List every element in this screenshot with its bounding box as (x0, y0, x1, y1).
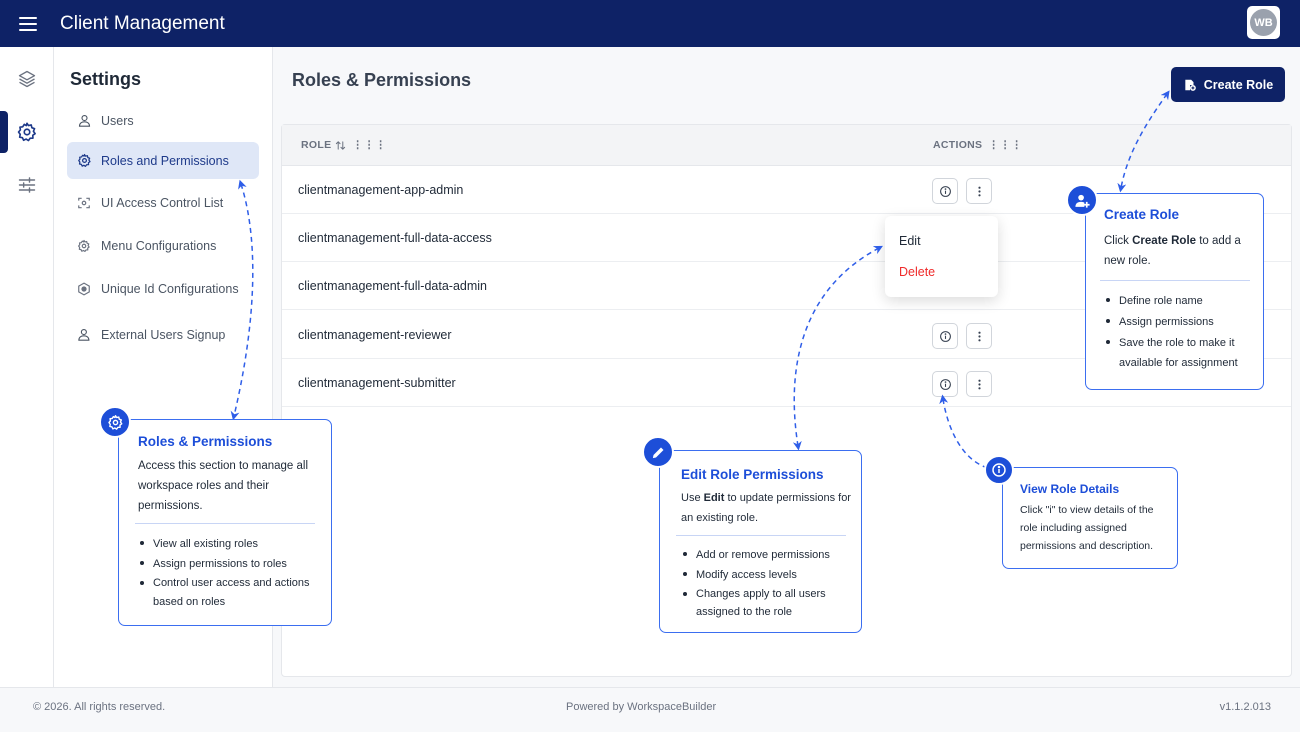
menu-item-edit[interactable]: Edit (899, 234, 921, 248)
column-header-actions: ACTIONS ⋮⋮⋮ (933, 139, 1023, 151)
callout-description: Click "i" to view details of the role in… (1020, 504, 1154, 552)
gear-icon (99, 406, 131, 438)
callout-description: Use Edit to update permissions for an ex… (681, 492, 851, 524)
callout-description: Click Create Role to add a new role. (1104, 235, 1241, 267)
more-vertical-icon (977, 379, 981, 389)
callout-title: Roles & Permissions (138, 434, 273, 449)
info-icon (939, 378, 951, 390)
info-button[interactable] (932, 371, 958, 397)
info-button[interactable] (932, 178, 958, 204)
sliders-icon (18, 177, 36, 193)
gear-icon (75, 152, 93, 170)
app-title: Client Management (60, 12, 225, 34)
sidebar-item-unique-id-configurations[interactable]: Unique Id Configurations (67, 270, 259, 307)
callout-title: Edit Role Permissions (681, 467, 824, 482)
callout-bullets: View all existing roles Assign permissio… (138, 534, 328, 612)
role-name: clientmanagement-full-data-admin (298, 279, 487, 293)
add-role-icon (1183, 78, 1197, 92)
rail-item-settings[interactable] (0, 109, 54, 155)
icon-rail (0, 47, 54, 687)
footer: © 2026. All rights reserved. Powered by … (0, 687, 1300, 732)
more-actions-button[interactable] (966, 178, 992, 204)
avatar-initials: WB (1250, 9, 1277, 36)
drag-handle-icon[interactable]: ⋮⋮⋮ (352, 139, 387, 151)
drag-handle-icon[interactable]: ⋮⋮⋮ (988, 139, 1023, 151)
menu-icon[interactable] (0, 0, 56, 47)
page-title: Roles & Permissions (292, 70, 472, 90)
table-header: ROLE ⋮⋮⋮ ACTIONS ⋮⋮⋮ (282, 125, 1291, 166)
avatar[interactable]: WB (1247, 6, 1280, 39)
info-icon (939, 330, 951, 342)
callout-bullets: Add or remove permissions Modify access … (681, 545, 856, 621)
callout-title: View Role Details (1020, 482, 1120, 496)
footer-version: v1.1.2.013 (1219, 701, 1271, 713)
create-role-label: Create Role (1203, 77, 1274, 92)
callout-view-role-details: View Role Details Click "i" to view deta… (1002, 467, 1178, 569)
callout-bullets: Define role name Assign permissions Save… (1104, 291, 1262, 373)
info-icon (984, 455, 1014, 485)
sidebar-item-users[interactable]: Users (67, 102, 259, 139)
rail-item-preferences[interactable] (0, 162, 54, 208)
column-header-role[interactable]: ROLE ⋮⋮⋮ (301, 139, 387, 151)
rail-item-layers[interactable] (0, 56, 54, 102)
sidebar-item-label: Roles and Permissions (101, 153, 229, 168)
gear-icon (17, 122, 36, 142)
layers-icon (18, 70, 36, 88)
role-name: clientmanagement-reviewer (298, 328, 452, 342)
top-bar: Client Management WB (0, 0, 1300, 47)
sidebar-item-ui-access-control-list[interactable]: UI Access Control List (67, 184, 259, 221)
more-actions-button[interactable] (966, 323, 992, 349)
user-icon (75, 112, 93, 130)
role-name: clientmanagement-app-admin (298, 183, 464, 197)
gear-icon (75, 237, 93, 255)
more-vertical-icon (977, 331, 981, 341)
sidebar-item-menu-configurations[interactable]: Menu Configurations (67, 227, 259, 264)
sidebar-item-label: Unique Id Configurations (101, 281, 239, 296)
pencil-icon (642, 436, 674, 468)
callout-title: Create Role (1104, 207, 1180, 222)
user-plus-icon (75, 326, 93, 344)
menu-item-delete[interactable]: Delete (899, 265, 935, 279)
sidebar-item-label: Menu Configurations (101, 238, 217, 253)
role-name: clientmanagement-submitter (298, 376, 456, 390)
more-actions-button[interactable] (966, 371, 992, 397)
sidebar-item-label: UI Access Control List (101, 195, 224, 210)
callout-create-role: Create Role Click Create Role to add a n… (1085, 193, 1264, 390)
hexagon-icon (75, 280, 93, 298)
callout-roles-permissions: Roles & Permissions Access this section … (118, 419, 332, 626)
sidebar-item-label: External Users Signup (101, 327, 226, 342)
sidebar-item-label: Users (101, 113, 134, 128)
info-icon (939, 185, 951, 197)
footer-copyright: © 2026. All rights reserved. (33, 701, 166, 713)
callout-description: Access this section to manage all worksp… (138, 460, 309, 512)
sidebar-title: Settings (70, 69, 142, 89)
info-button[interactable] (932, 323, 958, 349)
callout-edit-role-permissions: Edit Role Permissions Use Edit to update… (659, 450, 862, 633)
user-plus-icon (1066, 184, 1098, 216)
actions-dropdown-menu: Edit Delete (885, 216, 998, 297)
more-vertical-icon (977, 186, 981, 196)
sidebar-item-roles-and-permissions[interactable]: Roles and Permissions (67, 142, 259, 179)
footer-powered-by: Powered by WorkspaceBuilder (566, 701, 717, 713)
sort-icon (336, 140, 346, 150)
scan-icon (75, 194, 93, 212)
create-role-button[interactable]: Create Role (1171, 67, 1285, 102)
sidebar-item-external-users-signup[interactable]: External Users Signup (67, 316, 259, 353)
role-name: clientmanagement-full-data-access (298, 231, 492, 245)
